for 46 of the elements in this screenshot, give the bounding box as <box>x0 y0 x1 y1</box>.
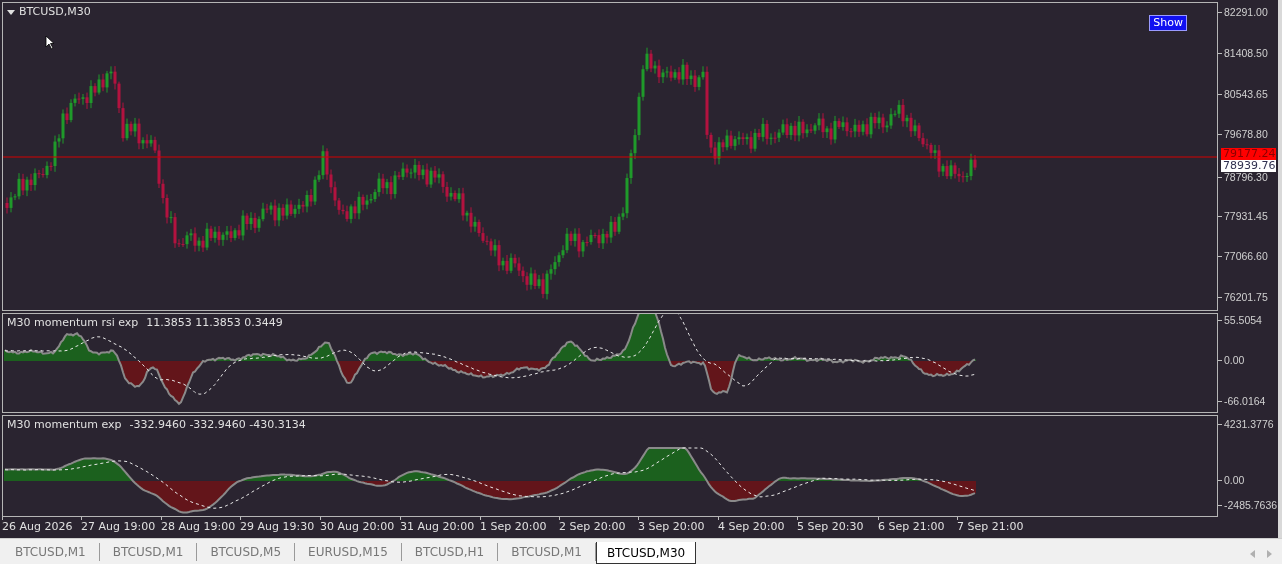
indicator-label: M30 momentum exp <box>7 418 122 432</box>
chart-title: BTCUSD,M30 <box>19 5 91 19</box>
bid-price-tag: 79177.24 <box>1221 148 1276 160</box>
value-axis-label: 0.00 <box>1224 353 1245 367</box>
show-button[interactable]: Show <box>1149 15 1187 31</box>
value-axis-label: -2485.7636 <box>1224 498 1278 512</box>
price-axis-label: 80543.65 <box>1224 87 1268 101</box>
value-axis-label: -66.0164 <box>1224 394 1266 408</box>
price-axis-label: 77066.60 <box>1224 249 1268 263</box>
mouse-cursor-icon <box>45 35 55 50</box>
time-axis-label: 2 Sep 20:00 <box>559 520 626 534</box>
price-axis-label: 81408.50 <box>1224 46 1268 60</box>
time-axis-label: 5 Sep 20:30 <box>797 520 864 534</box>
time-axis-label: 7 Sep 21:00 <box>957 520 1024 534</box>
dropdown-triangle-icon[interactable] <box>7 9 15 15</box>
chart-tab[interactable]: BTCUSD,H1 <box>401 543 499 561</box>
indicator-values: -332.9460 -332.9460 -430.3134 <box>129 418 306 432</box>
indicator-label: M30 momentum rsi exp <box>7 316 139 330</box>
time-axis-label: 31 Aug 20:00 <box>400 520 475 534</box>
chart-tab[interactable]: BTCUSD,M30 <box>595 542 697 564</box>
chart-tab[interactable]: BTCUSD,M5 <box>197 543 296 561</box>
value-axis-label: 55.5054 <box>1224 313 1262 327</box>
price-axis-label: 76201.75 <box>1224 290 1268 304</box>
price-axis-label: 82291.00 <box>1224 5 1268 19</box>
chart-tab[interactable]: EURUSD,M15 <box>295 543 402 561</box>
chart-tab[interactable]: BTCUSD,M1 <box>498 543 596 561</box>
time-axis-label: 4 Sep 20:00 <box>718 520 785 534</box>
scroll-right-icon[interactable] <box>1267 550 1272 558</box>
price-axis-label: 79678.80 <box>1224 127 1268 141</box>
time-axis-label: 3 Sep 20:00 <box>638 520 705 534</box>
time-axis-label: 1 Sep 20:00 <box>480 520 547 534</box>
time-axis-label: 30 Aug 20:00 <box>320 520 395 534</box>
time-axis-label: 27 Aug 19:00 <box>81 520 156 534</box>
ask-price-tag: 78939.76 <box>1221 160 1276 172</box>
chart-tab[interactable]: BTCUSD,M1 <box>2 543 100 561</box>
time-axis-label: 26 Aug 2026 <box>2 520 73 534</box>
time-axis-label: 29 Aug 19:30 <box>240 520 315 534</box>
scroll-left-icon[interactable] <box>1250 550 1255 558</box>
price-axis-label: 78796.30 <box>1224 170 1268 184</box>
value-axis-label: 4231.3776 <box>1224 417 1274 431</box>
value-axis-label: 0.00 <box>1224 473 1245 487</box>
time-axis-label: 28 Aug 19:00 <box>161 520 236 534</box>
time-axis-label: 6 Sep 21:00 <box>878 520 945 534</box>
chart-tab[interactable]: BTCUSD,M1 <box>99 543 198 561</box>
indicator-values: 11.3853 11.3853 0.3449 <box>146 316 283 330</box>
price-axis-label: 77931.45 <box>1224 209 1268 223</box>
